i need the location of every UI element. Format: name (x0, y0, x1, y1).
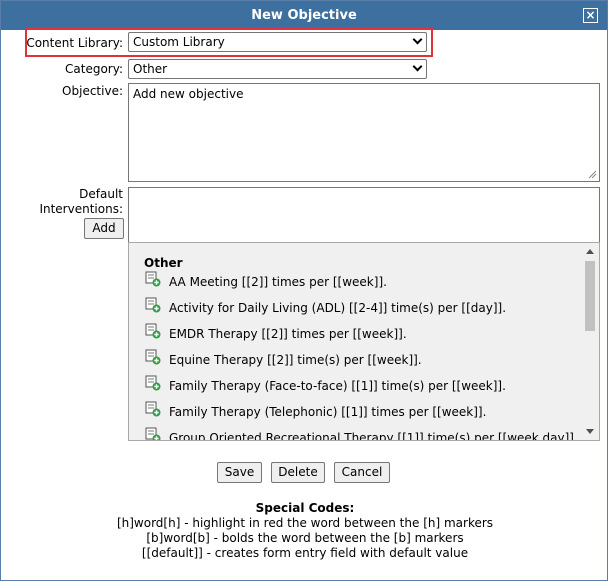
add-item-icon[interactable] (145, 271, 161, 287)
interventions-list-panel: Other AA Meeting [[2]] times per [[week]… (128, 242, 600, 441)
category-label: Category: (65, 62, 123, 76)
list-item[interactable]: Equine Therapy [[2]] time(s) per [[week]… (145, 349, 422, 372)
add-item-icon[interactable] (145, 297, 161, 313)
list-item-text: Family Therapy (Face-to-face) [[1]] time… (169, 379, 506, 393)
objective-textarea[interactable]: Add new objective (128, 83, 600, 182)
delete-button[interactable]: Delete (271, 462, 325, 483)
content-library-value: Custom Library (133, 35, 225, 49)
cancel-button[interactable]: Cancel (334, 462, 390, 483)
list-item[interactable]: Family Therapy (Telephonic) [[1]] times … (145, 401, 487, 424)
scroll-down-icon[interactable] (586, 429, 594, 434)
special-codes-heading: Special Codes: (255, 501, 355, 515)
add-item-icon[interactable] (145, 427, 161, 440)
save-button[interactable]: Save (217, 462, 262, 483)
list-heading: Other (144, 256, 183, 270)
special-code-line: [h]word[h] - highlight in red the word b… (116, 516, 494, 530)
list-item[interactable]: AA Meeting [[2]] times per [[week]]. (145, 271, 387, 294)
add-intervention-button[interactable]: Add (84, 218, 124, 239)
list-item[interactable]: Group Oriented Recreational Therapy [[1]… (145, 427, 574, 441)
new-objective-dialog: New Objective × Content Library: Custom … (0, 0, 608, 581)
add-item-icon[interactable] (145, 349, 161, 365)
add-item-icon[interactable] (145, 323, 161, 339)
scrollbar-thumb[interactable] (585, 261, 595, 331)
interventions-field[interactable] (128, 187, 600, 243)
chevron-down-icon (412, 34, 423, 45)
list-item[interactable]: Activity for Daily Living (ADL) [[2-4]] … (145, 297, 507, 320)
dialog-titlebar: New Objective × (1, 1, 607, 30)
special-codes: Special Codes: [h]word[h] - highlight in… (1, 501, 608, 561)
add-item-icon[interactable] (145, 401, 161, 417)
list-scrollbar[interactable] (582, 243, 599, 440)
list-item-text: Group Oriented Recreational Therapy [[1]… (169, 431, 574, 441)
list-item[interactable]: Family Therapy (Face-to-face) [[1]] time… (145, 375, 506, 398)
special-code-line: [[default]] - creates form entry field w… (141, 546, 469, 560)
close-icon[interactable]: × (583, 8, 598, 23)
category-select[interactable]: Other (128, 59, 427, 79)
list-item-text: Activity for Daily Living (ADL) [[2-4]] … (169, 301, 507, 315)
objective-value: Add new objective (133, 87, 244, 101)
content-library-select[interactable]: Custom Library (128, 32, 427, 52)
resize-handle-icon[interactable] (588, 170, 597, 179)
objective-label: Objective: (62, 84, 123, 98)
list-item-text: AA Meeting [[2]] times per [[week]]. (169, 275, 387, 289)
list-item-text: EMDR Therapy [[2]] times per [[week]]. (169, 327, 407, 341)
category-value: Other (133, 62, 168, 76)
content-library-label: Content Library: (26, 36, 123, 50)
chevron-down-icon (412, 61, 423, 72)
scroll-up-icon[interactable] (586, 249, 594, 254)
list-item[interactable]: EMDR Therapy [[2]] times per [[week]]. (145, 323, 407, 346)
dialog-title: New Objective (251, 8, 357, 23)
add-item-icon[interactable] (145, 375, 161, 391)
special-code-line: [b]word[b] - bolds the word between the … (146, 531, 464, 545)
list-item-text: Family Therapy (Telephonic) [[1]] times … (169, 405, 487, 419)
default-interventions-label: Default Interventions: (39, 187, 123, 216)
list-item-text: Equine Therapy [[2]] time(s) per [[week]… (169, 353, 422, 367)
